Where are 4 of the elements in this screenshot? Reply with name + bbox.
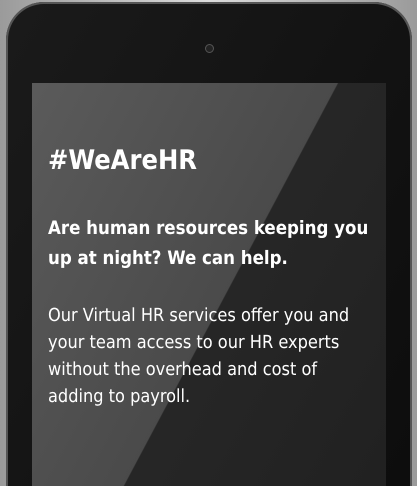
hashtag-heading: #WeAreHR [48,145,198,176]
camera-icon [204,44,214,53]
body-text: Our Virtual HR services offer you and your team access to our HR experts without the overhead and cost of adding to payroll. [48,304,350,409]
headline: Are human resources keeping you up at night? We can help. [48,217,370,271]
